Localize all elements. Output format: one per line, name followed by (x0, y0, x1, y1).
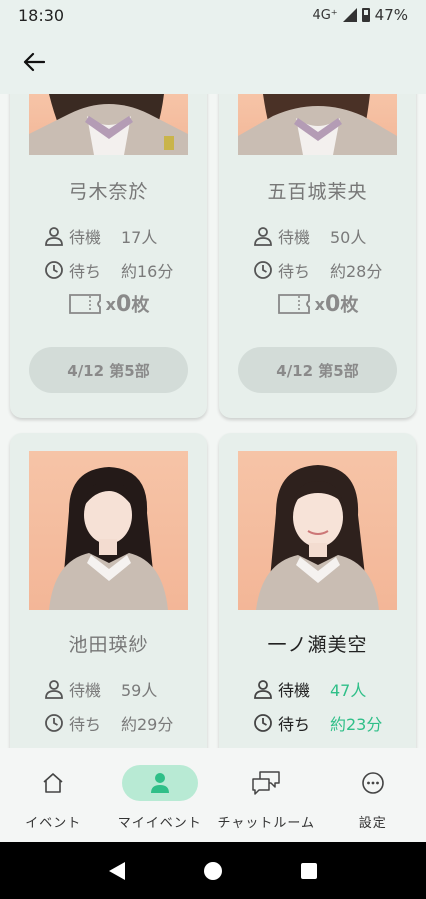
wait-time-row: 待ち 約28分 (253, 258, 382, 282)
status-time: 18:30 (18, 5, 65, 25)
wait-count-row: 待機 47人 (253, 677, 366, 701)
wait-time: 約23分 (330, 715, 383, 734)
member-photo (238, 94, 397, 155)
time-label: 待ち (69, 715, 102, 734)
person-icon (45, 680, 63, 699)
ticket-icon (68, 294, 101, 314)
session-button[interactable]: 4/12 第5部 (238, 347, 397, 393)
nav-item-chat-room[interactable]: チャットルーム (213, 748, 320, 842)
nav-label: マイイベント (117, 816, 202, 831)
system-recents-icon[interactable] (300, 862, 317, 879)
time-label: 待ち (69, 262, 102, 281)
nav-item-settings[interactable]: 設定 (320, 748, 426, 842)
wait-time-row: 待ち 約23分 (253, 711, 382, 735)
member-photo (29, 451, 188, 610)
ticket-unit: 枚 (340, 295, 359, 316)
more-icon (361, 772, 384, 794)
wait-time: 約16分 (121, 262, 174, 281)
app-bar (0, 30, 426, 94)
nav-icon-container (15, 765, 91, 801)
status-bar: 18:30 4G⁺ 47% (0, 0, 426, 30)
ticket-icon (277, 294, 310, 314)
ticket-number: 0 (325, 291, 341, 317)
nav-icon-container (228, 765, 304, 801)
wait-count: 59人 (121, 681, 158, 700)
clock-icon (254, 261, 272, 279)
member-name: 池田瑛紗 (68, 634, 149, 656)
back-button[interactable] (20, 48, 48, 76)
nav-label: チャットルーム (217, 816, 315, 831)
network-type: 4G⁺ (312, 7, 338, 23)
system-nav-bar (0, 842, 426, 899)
bottom-nav: イベント マイイベント チャットルーム 設定 (0, 748, 426, 842)
system-back-icon[interactable] (109, 861, 126, 880)
member-photo (29, 94, 188, 155)
member-card[interactable]: 五百城茉央 待機 50人 待ち 約28分 x 0 枚 4/12 第5部 (219, 94, 416, 418)
nav-label: イベント (25, 816, 82, 831)
ticket-number: 0 (116, 291, 132, 317)
member-photo (238, 451, 397, 610)
wait-time: 約28分 (330, 262, 383, 281)
member-card[interactable]: 一ノ瀬美空 待機 47人 待ち 約23分 (219, 433, 416, 748)
battery-icon (361, 8, 370, 22)
wait-count: 47人 (330, 681, 367, 700)
ticket-unit: 枚 (131, 295, 150, 316)
person-icon (254, 680, 272, 699)
time-label: 待ち (278, 715, 311, 734)
nav-icon-container (121, 765, 198, 801)
wait-count-row: 待機 50人 (253, 224, 366, 248)
wait-label: 待機 (278, 681, 311, 700)
wait-time: 約29分 (121, 715, 174, 734)
wait-count-row: 待機 59人 (44, 677, 157, 701)
nav-label: 設定 (358, 816, 387, 831)
person-icon (150, 773, 169, 793)
session-button[interactable]: 4/12 第5部 (29, 347, 188, 393)
system-home-icon[interactable] (203, 861, 222, 880)
member-card[interactable]: 弓木奈於 待機 17人 待ち 約16分 x 0 枚 4/12 第5部 (10, 94, 207, 418)
wait-time-row: 待ち 約29分 (44, 711, 173, 735)
wait-count-row: 待機 17人 (44, 224, 157, 248)
wait-count: 17人 (121, 228, 158, 247)
ticket-multiplier: x (105, 294, 116, 314)
member-name: 一ノ瀬美空 (267, 634, 368, 656)
clock-icon (45, 714, 63, 732)
ticket-count: x 0 枚 (10, 291, 207, 317)
nav-icon-container (335, 765, 411, 801)
clock-icon (45, 261, 63, 279)
battery-percent: 47% (374, 6, 408, 24)
wait-time-row: 待ち 約16分 (44, 258, 173, 282)
nav-item-event[interactable]: イベント (0, 748, 107, 842)
arrow-left-icon (23, 52, 45, 72)
member-name: 五百城茉央 (267, 181, 368, 203)
wait-label: 待機 (69, 681, 102, 700)
time-label: 待ち (278, 262, 311, 281)
signal-icon (342, 8, 357, 22)
person-icon (254, 227, 272, 246)
member-card[interactable]: 池田瑛紗 待機 59人 待ち 約29分 (10, 433, 207, 748)
member-name: 弓木奈於 (68, 181, 149, 203)
wait-label: 待機 (278, 228, 311, 247)
wait-count: 50人 (330, 228, 367, 247)
clock-icon (254, 714, 272, 732)
status-icons: 4G⁺ 47% (312, 6, 408, 24)
person-icon (45, 227, 63, 246)
nav-item-my-event[interactable]: マイイベント (107, 748, 214, 842)
wait-label: 待機 (69, 228, 102, 247)
home-icon (43, 773, 63, 793)
ticket-count: x 0 枚 (219, 291, 416, 317)
ticket-multiplier: x (314, 294, 325, 314)
member-card-list[interactable]: 弓木奈於 待機 17人 待ち 約16分 x 0 枚 4/12 第5部 五百城茉央… (0, 94, 426, 748)
chat-icon (252, 771, 280, 795)
